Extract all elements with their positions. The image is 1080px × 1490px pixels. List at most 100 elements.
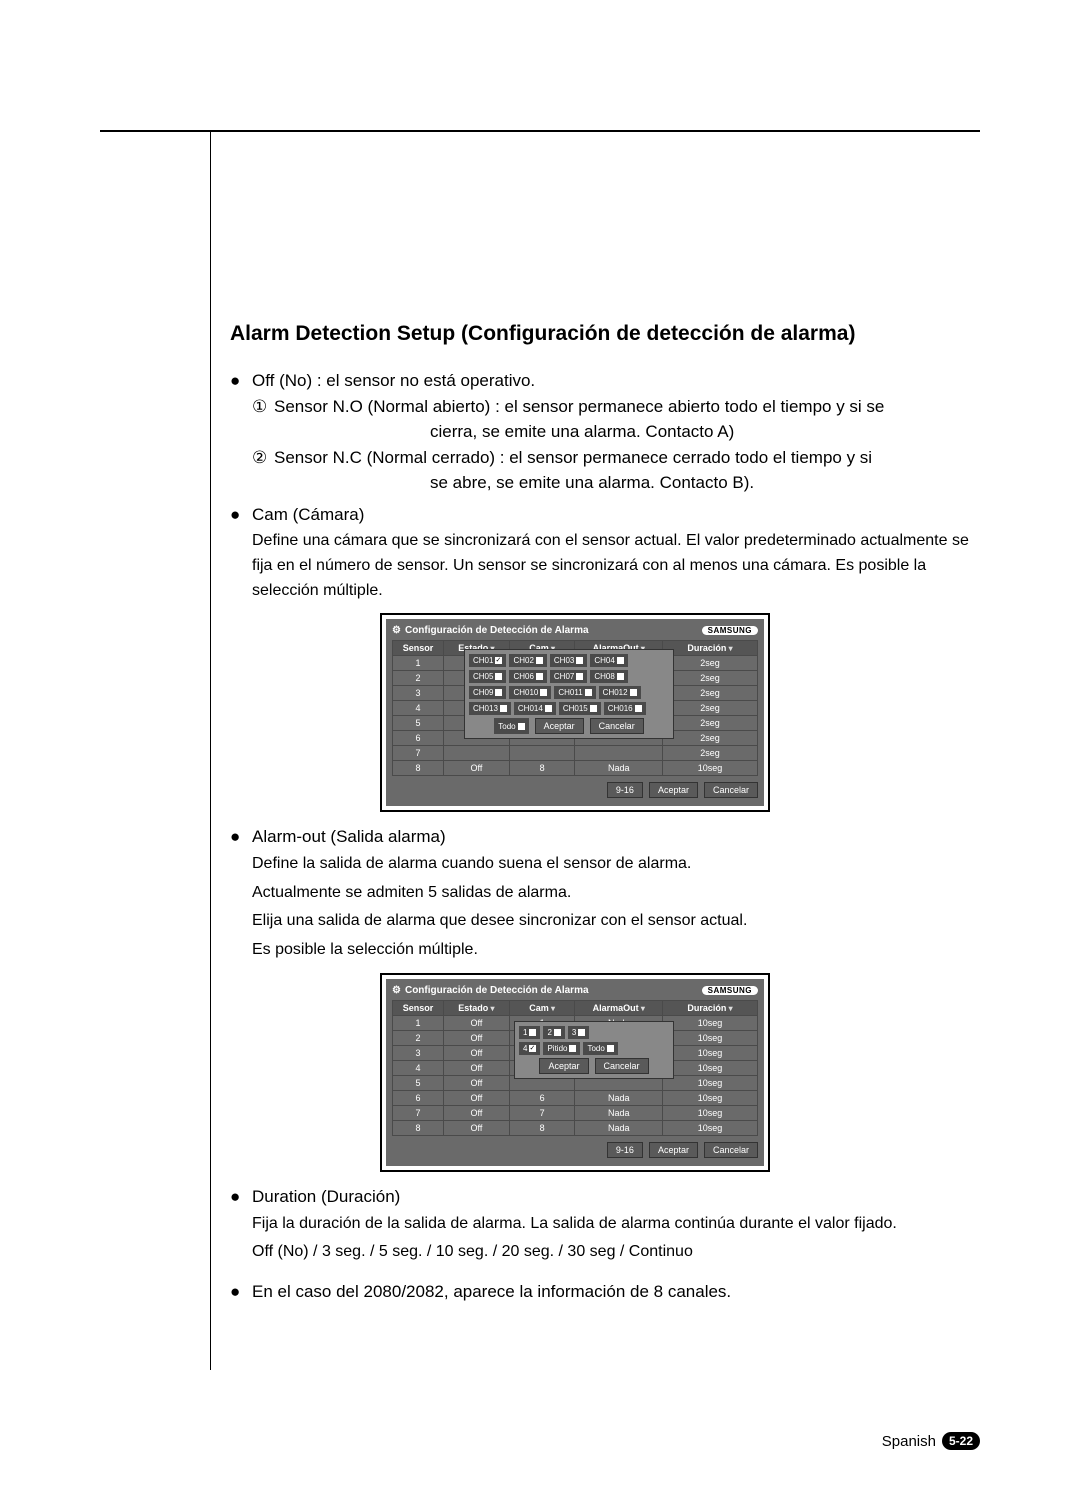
ch-chip[interactable]: CH03 [550, 654, 587, 667]
checkbox-icon[interactable] [590, 705, 597, 712]
ch-chip[interactable]: CH07 [550, 670, 587, 683]
col-sensor: Sensor [393, 1001, 444, 1016]
checkbox-icon[interactable] [635, 705, 642, 712]
checkbox-icon[interactable] [617, 673, 624, 680]
bullet-icon: ● [230, 502, 252, 528]
cam-popup[interactable]: CH01 CH02 CH03 CH04 CH05 CH06 CH07 CH08 [464, 649, 674, 739]
gear-icon: ⚙ [392, 985, 401, 996]
samsung-logo: SAMSUNG [702, 986, 758, 995]
ao-chip[interactable]: 3 [568, 1026, 589, 1039]
table-row: 72seg [393, 746, 758, 761]
accept-button[interactable]: Aceptar [535, 718, 584, 734]
ch-chip[interactable]: CH01 [469, 654, 506, 667]
ch-chip[interactable]: CH02 [509, 654, 546, 667]
ch-chip[interactable]: CH05 [469, 670, 506, 683]
checkbox-icon[interactable] [554, 1029, 561, 1036]
panel-1: ⚙ Configuración de Detección de Alarma S… [380, 613, 770, 812]
vertical-divider [210, 130, 211, 1370]
duration-heading: Duration (Duración) [252, 1184, 400, 1210]
cancel-button[interactable]: Cancelar [590, 718, 644, 734]
checkbox-icon[interactable] [576, 673, 583, 680]
duration-desc1: Fija la duración de la salida de alarma.… [252, 1212, 980, 1237]
cancel-button[interactable]: Cancelar [704, 1142, 758, 1158]
bullet-icon: ● [230, 368, 252, 394]
todo-chip[interactable]: Todo [583, 1042, 617, 1055]
cancel-button[interactable]: Cancelar [595, 1058, 649, 1074]
ch-chip[interactable]: CH09 [469, 686, 506, 699]
ch-chip[interactable]: CH015 [559, 702, 601, 715]
gear-icon: ⚙ [392, 625, 401, 636]
table-row: 6Off6Nada10seg [393, 1091, 758, 1106]
alarmout-desc3: Elija una salida de alarma que desee sin… [252, 909, 980, 934]
panel-2-titlebar: ⚙ Configuración de Detección de Alarma S… [392, 985, 758, 996]
checkbox-icon[interactable] [545, 705, 552, 712]
range-button[interactable]: 9-16 [607, 1142, 643, 1158]
checkbox-icon[interactable] [500, 705, 507, 712]
todo-chip[interactable]: Todo [494, 718, 528, 734]
num-2-icon: ② [252, 445, 274, 471]
range-button[interactable]: 9-16 [607, 782, 643, 798]
accept-button[interactable]: Aceptar [539, 1058, 588, 1074]
cam-heading: Cam (Cámara) [252, 502, 364, 528]
col-cam[interactable]: Cam [509, 1001, 575, 1016]
checkbox-icon[interactable] [585, 689, 592, 696]
alarmout-desc4: Es posible la selección múltiple. [252, 938, 980, 963]
off-text: Off (No) : el sensor no está operativo. [252, 368, 535, 394]
checkbox-icon[interactable] [495, 673, 502, 680]
checkbox-icon[interactable] [536, 657, 543, 664]
section-title: Alarm Detection Setup (Configuración de … [230, 322, 980, 346]
col-duracion[interactable]: Duración [663, 641, 758, 656]
panel-1-wrap: ⚙ Configuración de Detección de Alarma S… [380, 613, 980, 812]
accept-button[interactable]: Aceptar [649, 782, 698, 798]
page-frame: Alarm Detection Setup (Configuración de … [100, 130, 980, 1311]
ao-chip[interactable]: 4 [519, 1042, 540, 1055]
ch-chip[interactable]: CH06 [509, 670, 546, 683]
ch-chip[interactable]: CH04 [590, 654, 627, 667]
checkbox-icon[interactable] [576, 657, 583, 664]
page-footer: Spanish 5-22 [882, 1432, 980, 1450]
checkbox-icon[interactable] [529, 1045, 536, 1052]
checkbox-icon[interactable] [569, 1045, 576, 1052]
col-alarmout[interactable]: AlarmaOut [575, 1001, 663, 1016]
checkbox-icon[interactable] [518, 723, 525, 730]
bullet-icon: ● [230, 1279, 252, 1305]
ch-chip[interactable]: CH010 [509, 686, 551, 699]
sensor-no-text: Sensor N.O (Normal abierto) : el sensor … [274, 394, 884, 420]
checkbox-icon[interactable] [529, 1029, 536, 1036]
note-text: En el caso del 2080/2082, aparece la inf… [252, 1279, 731, 1305]
cancel-button[interactable]: Cancelar [704, 782, 758, 798]
checkbox-icon[interactable] [607, 1045, 614, 1052]
ch-chip[interactable]: CH011 [554, 686, 595, 699]
checkbox-icon[interactable] [536, 673, 543, 680]
col-duracion[interactable]: Duración [663, 1001, 758, 1016]
ao-chip[interactable]: 1 [519, 1026, 540, 1039]
table-row: 8 Off 8 Nada 10seg [393, 761, 758, 776]
panel-2-wrap: ⚙ Configuración de Detección de Alarma S… [380, 973, 980, 1172]
checkbox-icon[interactable] [578, 1029, 585, 1036]
duration-desc2: Off (No) / 3 seg. / 5 seg. / 10 seg. / 2… [252, 1240, 980, 1265]
alarmout-popup[interactable]: 1 2 3 4 Pitido Todo Acep [514, 1021, 674, 1079]
pitido-chip[interactable]: Pitido [543, 1042, 580, 1055]
checkbox-icon[interactable] [630, 689, 637, 696]
top-rule [100, 130, 980, 132]
checkbox-icon[interactable] [540, 689, 547, 696]
ch-chip[interactable]: CH012 [599, 686, 641, 699]
panel-2: ⚙ Configuración de Detección de Alarma S… [380, 973, 770, 1172]
ch-chip[interactable]: CH013 [469, 702, 511, 715]
checkbox-icon[interactable] [495, 689, 502, 696]
col-estado[interactable]: Estado [444, 1001, 510, 1016]
panel-1-title: Configuración de Detección de Alarma [405, 625, 589, 636]
ch-chip[interactable]: CH016 [604, 702, 646, 715]
checkbox-icon[interactable] [495, 657, 502, 664]
alarmout-desc2: Actualmente se admiten 5 salidas de alar… [252, 881, 980, 906]
accept-button[interactable]: Aceptar [649, 1142, 698, 1158]
footer-lang: Spanish [882, 1433, 936, 1450]
ch-chip[interactable]: CH014 [514, 702, 556, 715]
checkbox-icon[interactable] [617, 657, 624, 664]
panel-2-title: Configuración de Detección de Alarma [405, 985, 589, 996]
sensor-no-cont: cierra, se emite una alarma. Contacto A) [430, 419, 980, 445]
cam-desc: Define una cámara que se sincronizará co… [252, 529, 980, 603]
alarmout-desc1: Define la salida de alarma cuando suena … [252, 852, 980, 877]
ao-chip[interactable]: 2 [543, 1026, 564, 1039]
ch-chip[interactable]: CH08 [590, 670, 627, 683]
